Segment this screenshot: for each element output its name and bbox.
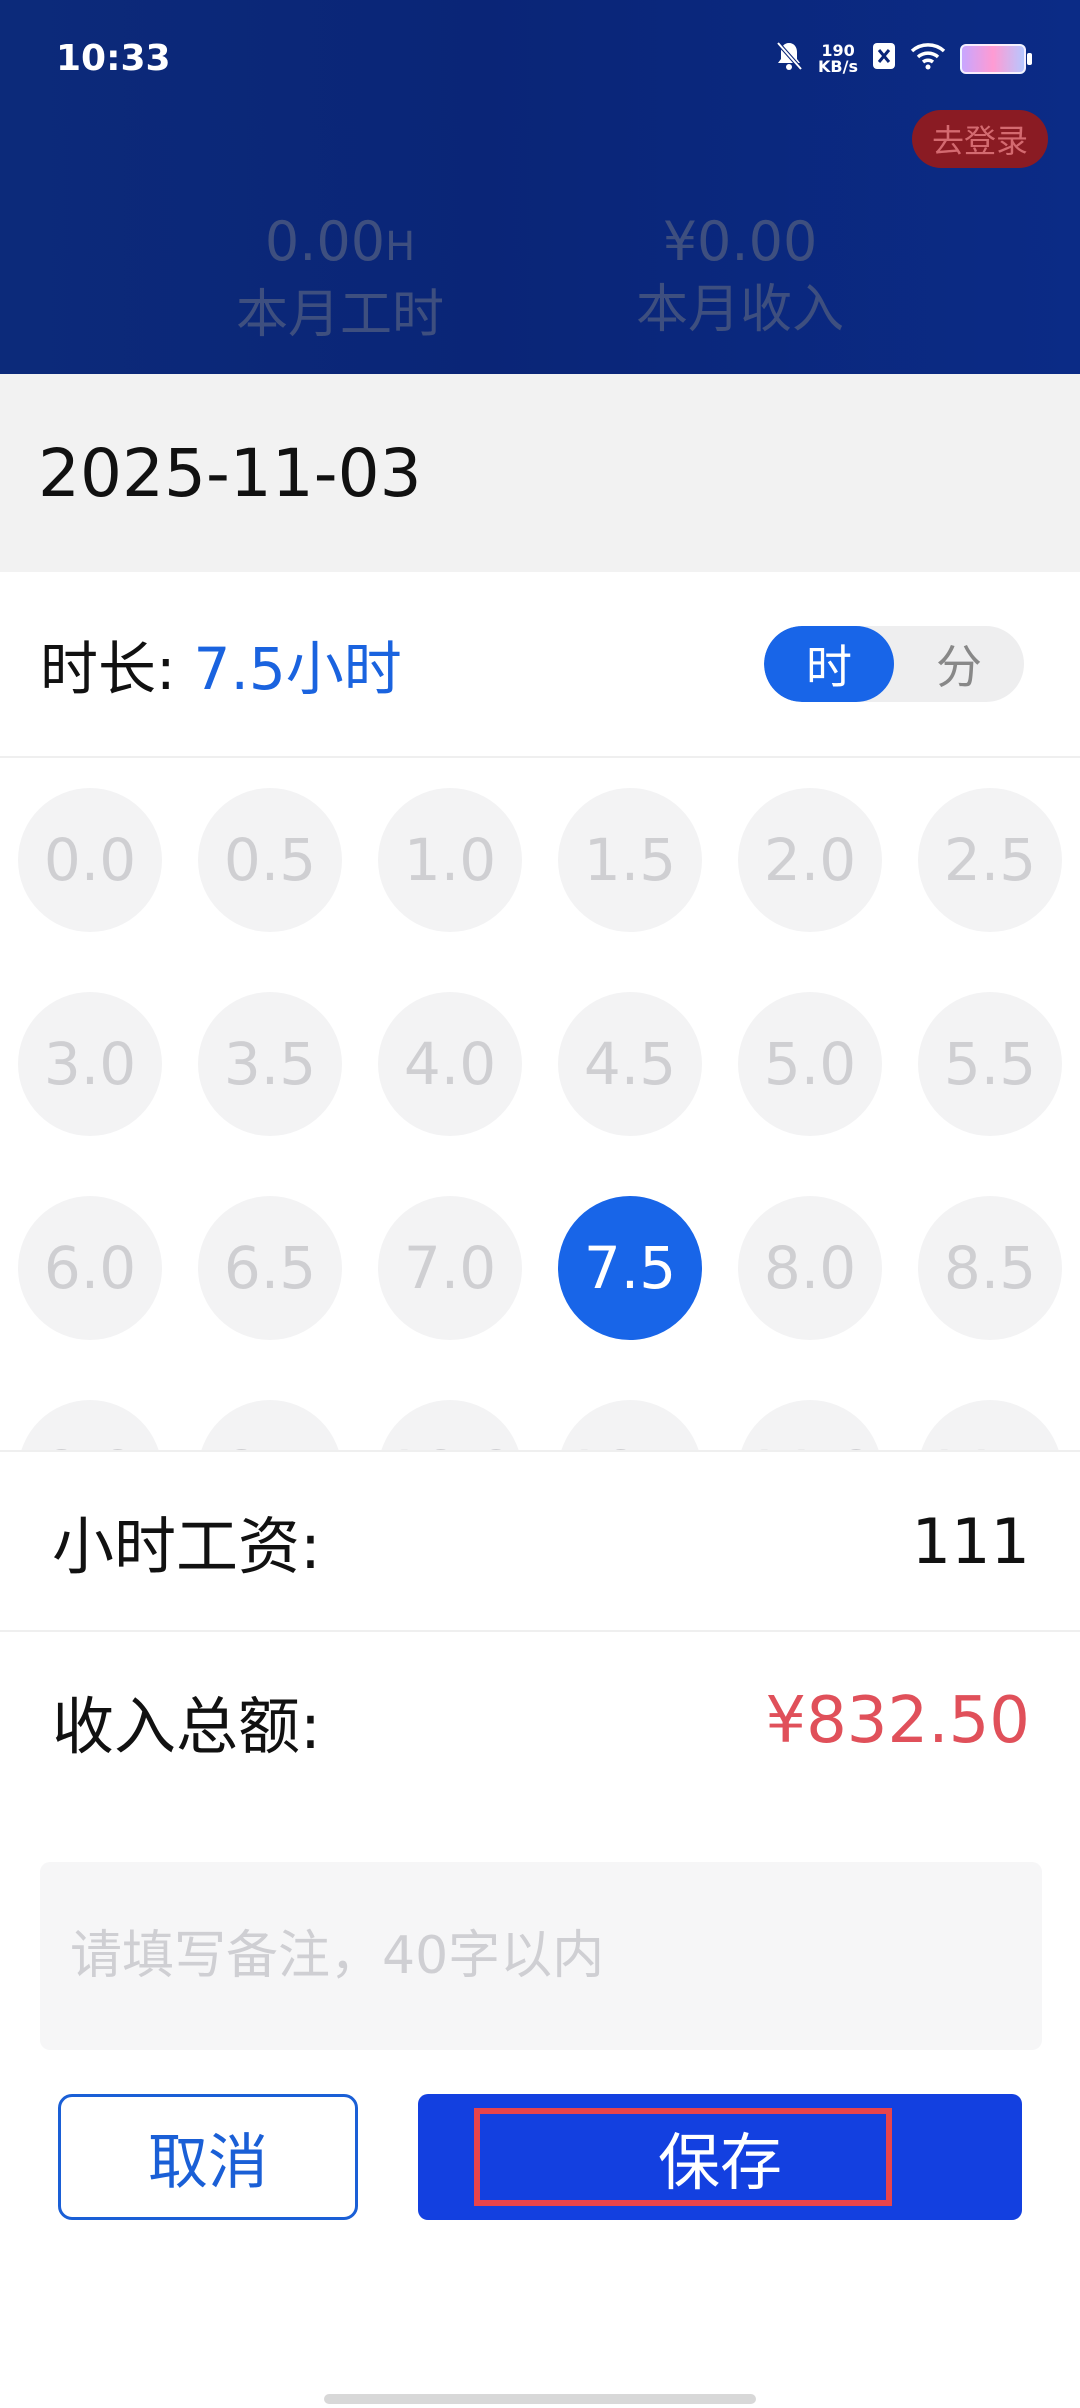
month-hours-value: 0.00H <box>220 212 460 277</box>
hour-grid-viewport[interactable]: 0.0 0.5 1.0 1.5 2.0 2.5 3.0 3.5 4.0 4.5 5.0 5.5 6.0 6… <box>0 758 1080 1450</box>
hour-option-5-0[interactable]: 5.0 <box>738 992 882 1136</box>
header-panel: 10:33 190 KB/s 去登录 0.00H 本月工时 ¥0.00 本月收入 <box>0 0 1080 390</box>
month-hours-label: 本月工时 <box>235 285 444 345</box>
month-hours-stat: 0.00H 本月工时 <box>220 212 460 346</box>
status-time: 10:33 <box>56 38 171 79</box>
hour-option-2-5[interactable]: 2.5 <box>918 788 1062 932</box>
wifi-icon <box>910 42 946 76</box>
hour-option-11-0[interactable]: 11.0 <box>738 1400 882 1450</box>
speed-unit: KB/s <box>818 57 858 76</box>
hour-option-3-0[interactable]: 3.0 <box>18 992 162 1136</box>
duration-label: 时长: <box>40 635 176 703</box>
month-income-value: ¥0.00 <box>662 210 818 273</box>
hour-option-1-5[interactable]: 1.5 <box>558 788 702 932</box>
duration-value: 7.5小时 <box>193 635 402 703</box>
month-income-label: 本月收入 <box>635 280 844 340</box>
home-indicator[interactable] <box>324 2394 756 2404</box>
hour-option-2-0[interactable]: 2.0 <box>738 788 882 932</box>
hour-option-4-5[interactable]: 4.5 <box>558 992 702 1136</box>
cancel-button[interactable]: 取消 <box>58 2094 358 2220</box>
hours-unit: H <box>385 224 416 270</box>
hour-option-10-5[interactable]: 10.5 <box>558 1400 702 1450</box>
battery-icon <box>960 44 1032 74</box>
hour-option-6-5[interactable]: 6.5 <box>198 1196 342 1340</box>
toggle-minutes[interactable]: 分 <box>894 626 1024 702</box>
hour-option-8-0[interactable]: 8.0 <box>738 1196 882 1340</box>
hourly-wage-value: 111 <box>911 1504 1030 1578</box>
hour-option-3-5[interactable]: 3.5 <box>198 992 342 1136</box>
duration-row: 时长: 7.5小时 时 分 <box>0 572 1080 758</box>
remark-input[interactable] <box>40 1862 1042 2050</box>
action-buttons: 取消 保存 <box>0 2094 1080 2234</box>
total-income-row: 收入总额: ¥832.50 <box>0 1630 1080 1810</box>
unit-toggle[interactable]: 时 分 <box>764 626 1024 702</box>
hour-option-11-5[interactable]: 11.5 <box>918 1400 1062 1450</box>
hour-option-0-5[interactable]: 0.5 <box>198 788 342 932</box>
hour-option-5-5[interactable]: 5.5 <box>918 992 1062 1136</box>
toggle-hours[interactable]: 时 <box>764 626 894 702</box>
x-app-icon <box>872 42 896 76</box>
login-button[interactable]: 去登录 <box>912 110 1048 168</box>
hourly-wage-label: 小时工资: <box>52 1510 321 1583</box>
month-income-stat: ¥0.00 本月收入 <box>620 210 860 341</box>
hours-number: 0.00 <box>264 210 386 273</box>
hour-option-7-5[interactable]: 7.5 <box>558 1196 702 1340</box>
record-sheet: 2025-11-03 时长: 7.5小时 时 分 0.0 0.5 1.0 1.5 2.0… <box>0 374 1080 2408</box>
save-label: 保存 <box>657 2126 782 2199</box>
hour-option-9-5[interactable]: 9.5 <box>198 1400 342 1450</box>
hour-option-8-5[interactable]: 8.5 <box>918 1196 1062 1340</box>
hour-option-7-0[interactable]: 7.0 <box>378 1196 522 1340</box>
total-income-label: 收入总额: <box>52 1690 321 1763</box>
hour-option-9-0[interactable]: 9.0 <box>18 1400 162 1450</box>
hour-option-4-0[interactable]: 4.0 <box>378 992 522 1136</box>
hour-grid: 0.0 0.5 1.0 1.5 2.0 2.5 3.0 3.5 4.0 4.5 5.0 5.5 6.0 6… <box>18 788 1062 1450</box>
total-income-value: ¥832.50 <box>765 1684 1030 1758</box>
network-speed: 190 KB/s <box>818 43 858 75</box>
hour-option-1-0[interactable]: 1.0 <box>378 788 522 932</box>
mute-bell-icon <box>774 40 804 78</box>
hour-option-10-0[interactable]: 10.0 <box>378 1400 522 1450</box>
date-selector[interactable]: 2025-11-03 <box>0 374 1080 572</box>
hour-option-6-0[interactable]: 6.0 <box>18 1196 162 1340</box>
save-button[interactable]: 保存 <box>418 2094 1022 2220</box>
hour-option-0-0[interactable]: 0.0 <box>18 788 162 932</box>
status-icons: 190 KB/s <box>774 40 1032 78</box>
hourly-wage-row[interactable]: 小时工资: 111 <box>0 1450 1080 1630</box>
date-text: 2025-11-03 <box>38 434 422 512</box>
